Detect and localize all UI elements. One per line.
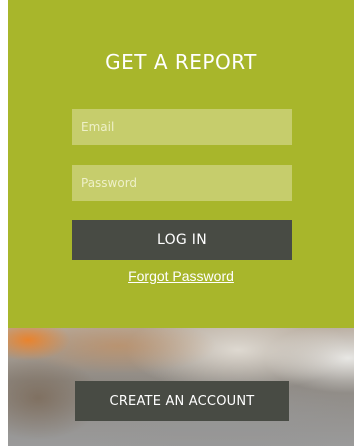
password-field[interactable] [72, 165, 292, 201]
page-title: GET A REPORT [105, 50, 257, 74]
background-photo: CREATE AN ACCOUNT [8, 328, 354, 446]
login-button[interactable]: LOG IN [72, 220, 292, 260]
forgot-password-link[interactable]: Forgot Password [8, 268, 354, 284]
email-field[interactable] [72, 109, 292, 145]
create-account-button[interactable]: CREATE AN ACCOUNT [75, 381, 289, 421]
report-panel: GET A REPORT LOG IN Forgot Password CREA… [8, 0, 354, 446]
login-card: GET A REPORT LOG IN Forgot Password [8, 0, 354, 328]
